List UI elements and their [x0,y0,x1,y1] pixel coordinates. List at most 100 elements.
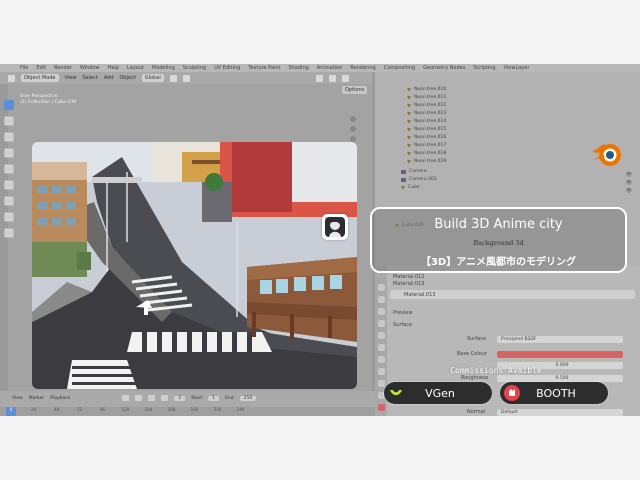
proportional-edit-icon[interactable] [182,74,190,82]
workspace-tab-rendering[interactable]: Rendering [350,65,376,71]
vgen-button[interactable]: VGen [384,382,492,404]
mesh-icon [407,135,411,140]
annotate-tool-icon[interactable] [4,196,14,206]
play-reverse-icon[interactable] [135,395,143,401]
workspace-tab-texture-paint[interactable]: Texture Paint [248,65,280,71]
current-frame-field[interactable]: 1 [174,395,186,401]
outliner-row[interactable]: Cube [401,184,420,191]
title-card: Build 3D Anime city Background 3d 【3D】アニ… [370,207,627,273]
material-slot-item[interactable]: Material.013 [393,281,424,287]
surface-shader-dropdown[interactable]: Principled BSDF [497,336,623,343]
workspace-tab-compositing[interactable]: Compositing [384,65,415,71]
workspace-tab-scripting[interactable]: Scripting [473,65,495,71]
base-color-swatch[interactable] [497,351,623,358]
material-name-label: Material.013 [404,291,436,298]
viewport-toolbar [2,100,16,300]
select-box-tool-icon[interactable] [4,100,14,110]
menu-edit[interactable]: Edit [36,65,46,71]
ruler-tick: 48 [53,407,60,412]
mesh-icon [407,143,411,148]
render-tab-icon[interactable] [377,296,385,303]
menu-help[interactable]: Help [108,65,119,71]
outliner-item-label: Neon tree.014 [414,119,447,124]
roughness-field[interactable]: 0.500 [497,375,623,382]
timeline-controls: View Marker Playback 1 Start 1 End 250 [12,395,257,401]
timeline-ruler[interactable]: 0 24 48 72 96 120 144 168 192 216 240 [0,407,375,416]
end-frame-field[interactable]: 250 [239,395,257,401]
menu-window[interactable]: Window [80,65,100,71]
cursor-tool-icon[interactable] [4,116,14,126]
timeline-menu-view[interactable]: View [12,396,23,401]
visibility-eye-icon[interactable]: 👁 [626,180,632,186]
surface-section-header[interactable]: Surface [393,322,412,328]
outliner-row[interactable]: Neon tree.014 [407,118,446,125]
preview-section-header[interactable]: Preview [393,310,412,316]
play-icon[interactable] [148,395,156,401]
outliner-row[interactable]: Neon tree.010 [407,86,446,93]
transform-orientation-dropdown[interactable]: Global [141,74,164,82]
workspace-tab-geometry-nodes[interactable]: Geometry Nodes [423,65,465,71]
outliner-row[interactable]: Neon tree.017 [407,142,446,149]
outliner-item-label: Neon tree.018 [414,151,447,156]
object-tab-icon[interactable] [377,344,385,351]
viewport-options-button[interactable]: Options [342,86,368,94]
world-tab-icon[interactable] [377,332,385,339]
editor-type-icon[interactable] [8,74,15,82]
move-tool-icon[interactable] [4,132,14,142]
viewport-menu-view[interactable]: View [65,75,77,81]
scale-tool-icon[interactable] [4,164,14,174]
transform-tool-icon[interactable] [4,180,14,190]
gizmo-zoom-icon[interactable] [350,116,356,122]
visibility-eye-icon[interactable]: 👁 [626,172,632,178]
material-slot-item[interactable]: Material.012 [393,274,424,280]
outliner-row[interactable]: Camera [401,168,427,175]
workspace-tab-animation[interactable]: Animation [317,65,343,71]
outliner-row[interactable]: Neon tree.019 [407,158,446,165]
material-name-field[interactable]: Material.013 [390,290,635,299]
gizmo-pan-icon[interactable] [350,126,356,132]
outliner-row[interactable]: Neon tree.016 [407,134,446,141]
viewport-menu-add[interactable]: Add [104,75,114,81]
jump-end-icon[interactable] [161,395,169,401]
constraints-tab-icon[interactable] [377,380,385,387]
shading-solid-icon[interactable] [328,74,336,82]
outliner-row[interactable]: Neon tree.018 [407,150,446,157]
tool-tab-icon[interactable] [377,284,385,291]
booth-button[interactable]: BOOTH [500,382,608,404]
viewport-menu-object[interactable]: Object [120,75,136,81]
top-letterbox [0,0,640,64]
timeline-menu-playback[interactable]: Playback [50,396,70,401]
object-mode-dropdown[interactable]: Object Mode [21,74,59,82]
add-cube-tool-icon[interactable] [4,228,14,238]
workspace-tab-modeling[interactable]: Modeling [152,65,175,71]
outliner-row[interactable]: Neon tree.015 [407,126,446,133]
output-tab-icon[interactable] [377,308,385,315]
timeline-menu-marker[interactable]: Marker [29,396,45,401]
outliner-item-label: Neon tree.012 [414,103,447,108]
material-tab-icon[interactable] [377,404,385,411]
visibility-eye-icon[interactable]: 👁 [626,188,632,194]
shading-material-icon[interactable] [341,74,349,82]
scene-tab-icon[interactable] [377,320,385,327]
outliner-row[interactable]: Camera.001 [401,176,437,183]
outliner-row[interactable]: Neon tree.011 [407,94,446,101]
outliner-row[interactable]: Neon tree.013 [407,110,446,117]
measure-tool-icon[interactable] [4,212,14,222]
outliner-row[interactable]: Neon tree.012 [407,102,446,109]
rotate-tool-icon[interactable] [4,148,14,158]
overlay-icon[interactable] [315,74,323,82]
normal-field[interactable]: Default [497,409,623,416]
workspace-tab-uv-editing[interactable]: UV Editing [214,65,240,71]
menu-render[interactable]: Render [54,65,72,71]
workspace-tab-layout[interactable]: Layout [127,65,144,71]
view-layer-label[interactable]: ViewLayer [504,65,530,71]
menu-file[interactable]: File [20,65,28,71]
workspace-tab-shading[interactable]: Shading [288,65,308,71]
jump-start-icon[interactable] [122,395,130,401]
modifier-tab-icon[interactable] [377,356,385,363]
viewport-menu-select[interactable]: Select [82,75,97,81]
camera-icon [401,177,406,182]
workspace-tab-sculpting[interactable]: Sculpting [183,65,206,71]
snap-icon[interactable] [169,74,177,82]
start-frame-field[interactable]: 1 [208,395,220,401]
